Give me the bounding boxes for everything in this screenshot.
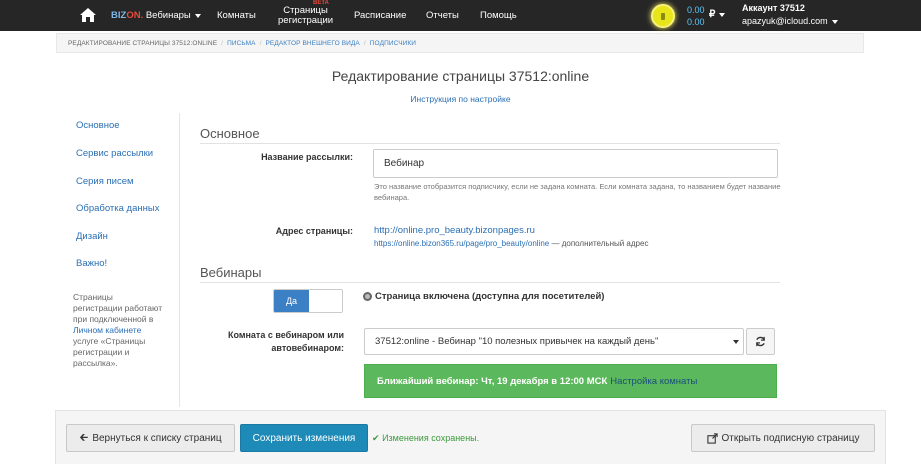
nav-schedule[interactable]: Расписание [354,0,406,31]
mailing-name-label: Название рассылки: [261,152,353,162]
nav-registration-pages-line2: регистрации [278,14,334,26]
account-email: apazyuk@icloud.com [742,16,828,26]
sidebar-note: Страницы регистрации работают при подклю… [73,292,163,369]
breadcrumb-separator: / [221,39,224,47]
sidebar-note-before: Страницы регистрации работают при подклю… [73,292,163,324]
page-address-alt-suffix: — дополнительный адрес [549,239,649,248]
sidebar-item-letter-series[interactable]: Серия писем [76,176,134,187]
currency-menu[interactable]: ₽ [709,9,726,20]
sidebar-note-after: услуге «Страницы регистрации и рассылка»… [73,336,146,368]
page-address-link[interactable]: http://online.pro_beauty.bizonpages.ru [374,225,535,236]
save-button[interactable]: Сохранить изменения [240,424,368,452]
brand-on-text: ON. [126,10,144,21]
room-settings-link[interactable]: Настройка комнаты [610,376,697,387]
chevron-down-icon [194,13,201,18]
refresh-rooms-button[interactable] [746,328,775,355]
breadcrumb-current: РЕДАКТИРОВАНИЕ СТРАНИЦЫ 37512:ONLINE [68,39,218,47]
room-select[interactable]: 37512:online - Вебинар "10 полезных прив… [364,328,744,355]
nav-rooms[interactable]: Комнаты [217,0,256,31]
brand-bizon-text: BIZ [111,10,127,21]
balance-top: 0.00 [687,5,705,15]
room-label-line1: Комната с вебинаром или [227,330,344,340]
arrow-left-icon: 🡰 [79,431,89,444]
account-label: Аккаунт 37512 [742,3,805,13]
section-divider [200,143,780,144]
room-select-value: 37512:online - Вебинар "10 полезных прив… [375,336,659,347]
back-to-pages-button[interactable]: 🡰 Вернуться к списку страниц [66,424,235,452]
sidebar-item-important[interactable]: Важно! [76,258,107,269]
toggle-on-label: Да [274,290,309,312]
open-subscription-page-button[interactable]: Открыть подписную страницу [691,424,875,452]
back-to-pages-label: Вернуться к списку страниц [92,432,222,444]
brand-menu[interactable]: BIZ ON. Вебинары [111,0,201,31]
breadcrumb-separator: / [363,39,366,47]
page-status-text: Страница включена (доступна для посетите… [375,291,605,302]
sidebar-item-design[interactable]: Дизайн [76,231,108,242]
page-address-alt-link[interactable]: https://online.bizon365.ru/page/pro_beau… [374,239,549,248]
check-icon: ✔ [372,433,380,443]
currency-symbol: ₽ [709,9,716,20]
section-divider [200,282,780,283]
page-status: Страница включена (доступна для посетите… [363,291,604,302]
page-address-alt: https://online.bizon365.ru/page/pro_beau… [374,239,648,248]
section-title-webinars: Вебинары [200,265,262,280]
personal-account-link[interactable]: Личном кабинете [73,325,141,335]
mailing-name-help: Это название отобразится подписчику, есл… [374,182,781,202]
chevron-down-icon [719,13,726,17]
nav-reports[interactable]: Отчеты [426,0,459,31]
mailing-name-value: Вебинар [384,158,425,169]
breadcrumb-design-editor[interactable]: РЕДАКТОР ВНЕШНЕГО ВИДА [265,40,359,47]
sidebar-item-data-processing[interactable]: Обработка данных [76,203,159,214]
breadcrumb-separator: / [259,39,262,47]
saved-message-text: Изменения сохранены. [382,433,480,443]
home-icon[interactable] [79,6,97,24]
sidebar-item-basic[interactable]: Основное [76,120,120,131]
open-subscription-page-label: Открыть подписную страницу [721,432,860,444]
page-address-label: Адрес страницы: [275,226,353,236]
balance-coin-icon[interactable] [651,4,675,28]
nav-help[interactable]: Помощь [480,0,517,31]
sidebar-divider [179,113,180,407]
chevron-down-icon [733,340,739,344]
sidebar-item-mailing-service[interactable]: Сервис рассылки [76,148,153,159]
account-menu[interactable]: apazyuk@icloud.com [742,16,838,26]
setup-instructions-link[interactable]: Инструкция по настройке [0,94,921,104]
external-link-icon [706,432,718,444]
nav-registration-pages-line1: Страницы [283,4,328,16]
balance-bottom: 0.00 [687,17,705,27]
brand-product: Вебинары [145,10,191,21]
page-enabled-toggle[interactable]: Да [273,289,343,313]
globe-icon [363,292,372,301]
beta-badge: BETA [313,0,329,6]
chevron-down-icon [831,20,838,24]
saved-message: ✔ Изменения сохранены. [372,433,479,444]
refresh-icon [756,336,765,347]
room-label: Комната с вебинаром или автовебинаром: [200,329,344,355]
breadcrumb-subscribers[interactable]: ПОДПИСЧИКИ [370,40,416,47]
room-label-line2: автовебинаром: [271,343,344,353]
top-navbar: BIZ ON. Вебинары Комнаты Страницы регистр… [0,0,921,31]
mailing-name-input[interactable]: Вебинар [373,149,778,178]
setup-instructions-text[interactable]: Инструкция по настройке [410,94,510,104]
section-title-basic: Основное [200,126,260,141]
next-webinar-text: Ближайший вебинар: Чт, 19 декабря в 12:0… [377,375,608,387]
breadcrumb-letters[interactable]: ПИСЬМА [227,40,256,47]
breadcrumb: РЕДАКТИРОВАНИЕ СТРАНИЦЫ 37512:ONLINE / П… [56,33,864,53]
next-webinar-box: Ближайший вебинар: Чт, 19 декабря в 12:0… [364,364,777,398]
page-title: Редактирование страницы 37512:online [331,68,590,84]
